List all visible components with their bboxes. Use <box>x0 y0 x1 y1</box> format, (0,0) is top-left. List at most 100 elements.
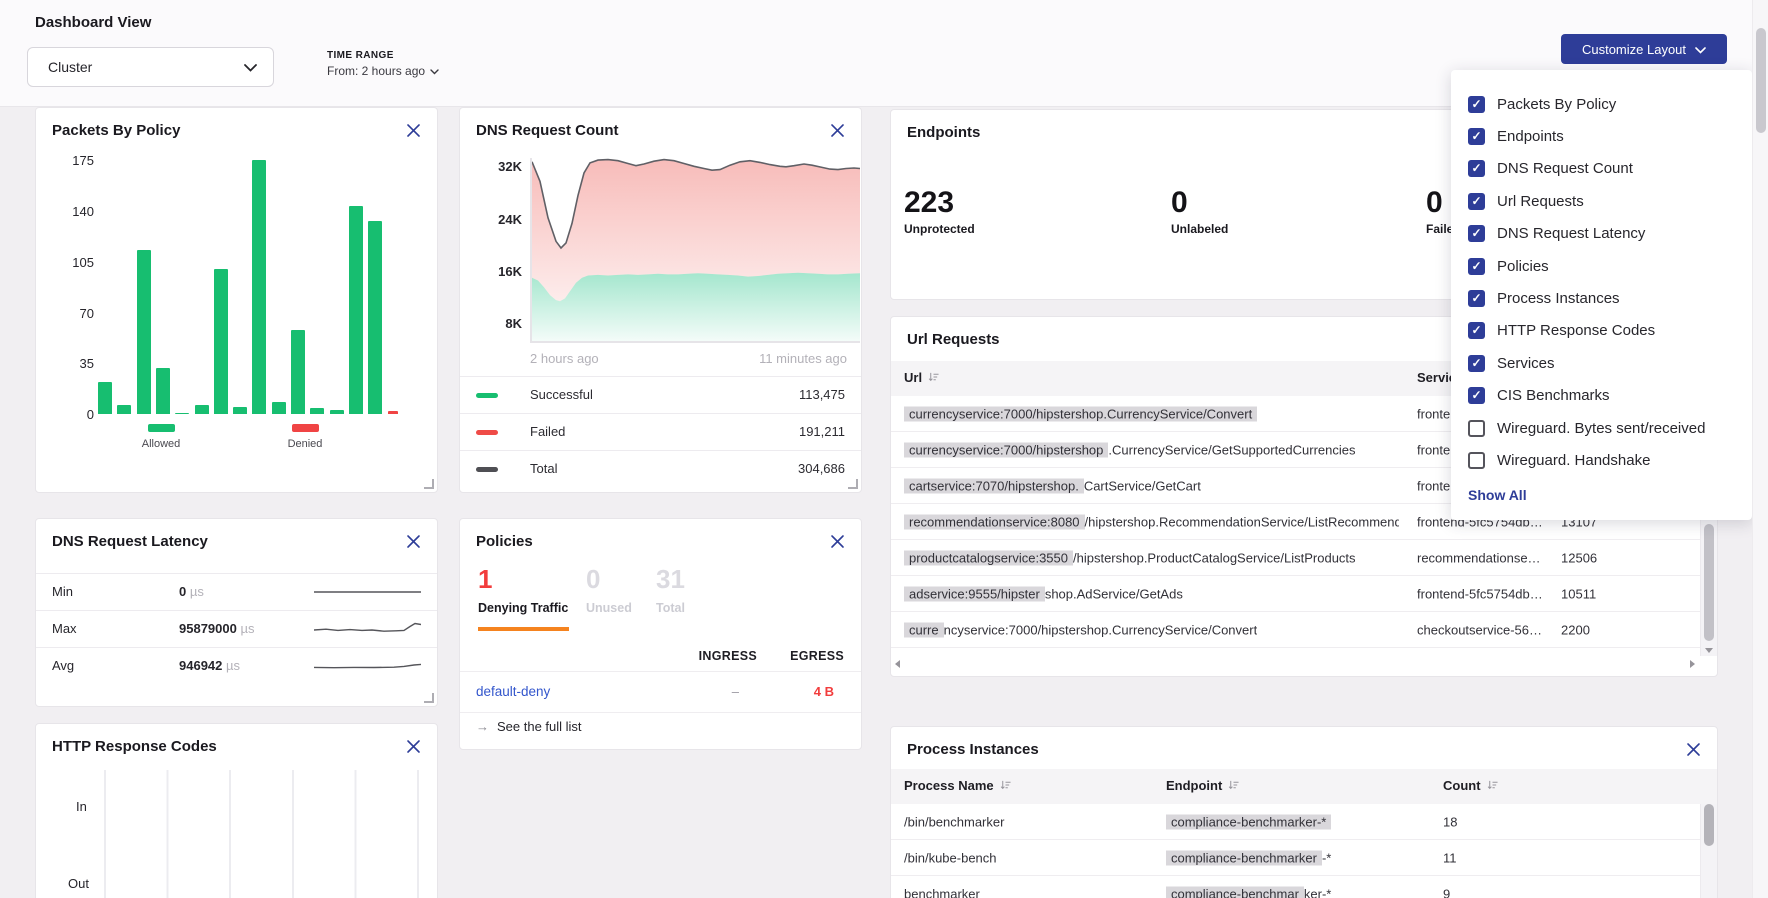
close-icon[interactable] <box>406 123 421 138</box>
policies-card: Policies 1 Denying Traffic 0 Unused 31 T… <box>459 518 862 750</box>
bar-allowed <box>156 368 170 414</box>
menu-item[interactable]: Wireguard. Handshake <box>1451 444 1752 476</box>
show-all-link[interactable]: Show All <box>1468 487 1527 503</box>
menu-item-label: Wireguard. Bytes sent/received <box>1497 420 1705 437</box>
resize-handle[interactable] <box>424 693 434 703</box>
dns-request-latency-card: DNS Request Latency Min 0 µs Max 9587900… <box>35 518 438 707</box>
failed-swatch <box>476 430 498 435</box>
horizontal-scrollbar[interactable] <box>893 656 1697 670</box>
menu-item[interactable]: ✓ Endpoints <box>1451 120 1752 152</box>
checkbox-icon[interactable]: ✓ <box>1468 322 1485 339</box>
menu-item-label: Policies <box>1497 258 1549 275</box>
menu-item-label: Endpoints <box>1497 128 1564 145</box>
scrollbar-thumb[interactable] <box>1756 28 1766 133</box>
y-tick: 24K <box>476 212 522 227</box>
menu-item-label: Url Requests <box>1497 193 1584 210</box>
y-tick: 175 <box>50 153 94 168</box>
table-row[interactable]: /bin/benchmarker compliance-benchmarker-… <box>891 804 1701 840</box>
resize-handle[interactable] <box>424 479 434 489</box>
dns-success-area <box>532 273 860 341</box>
legend-row: Total 304,686 <box>460 450 861 487</box>
x-label-start: 2 hours ago <box>530 351 599 366</box>
menu-item[interactable]: ✓ Packets By Policy <box>1451 88 1752 120</box>
menu-item[interactable]: Wireguard. Bytes sent/received <box>1451 412 1752 444</box>
menu-item[interactable]: ✓ HTTP Response Codes <box>1451 315 1752 347</box>
table-row[interactable]: productcatalogservice:3550/hipstershop.P… <box>891 540 1701 576</box>
checkbox-icon[interactable]: ✓ <box>1468 387 1485 404</box>
process-table-header: Process Name Endpoint Count <box>891 769 1717 804</box>
close-icon[interactable] <box>830 534 845 549</box>
menu-item[interactable]: ✓ Policies <box>1451 250 1752 282</box>
time-range-value[interactable]: From: 2 hours ago <box>327 64 439 78</box>
card-title: DNS Request Latency <box>52 533 208 550</box>
scroll-right-icon[interactable] <box>1690 660 1695 668</box>
tab-total[interactable]: 31 Total <box>656 565 685 615</box>
vertical-scrollbar[interactable] <box>1700 804 1717 898</box>
process-table-rows: /bin/benchmarker compliance-benchmarker-… <box>891 804 1701 898</box>
see-full-list-link[interactable]: → See the full list <box>476 719 582 734</box>
policy-link[interactable]: default-deny <box>476 684 550 699</box>
row-label-in: In <box>76 799 87 814</box>
row-label-out: Out <box>68 876 89 891</box>
successful-swatch <box>476 393 498 398</box>
table-row[interactable]: benchmarker compliance-benchmarker-* 9 <box>891 876 1701 898</box>
table-row[interactable]: currencyservice:7000/hipstershop.Currenc… <box>891 612 1701 648</box>
checkbox-icon[interactable]: ✓ <box>1468 290 1485 307</box>
checkbox-icon[interactable] <box>1468 420 1485 437</box>
view-selector[interactable]: Cluster <box>27 47 274 87</box>
scrollbar-thumb[interactable] <box>1704 524 1714 641</box>
checkbox-icon[interactable]: ✓ <box>1468 96 1485 113</box>
menu-item[interactable]: ✓ Services <box>1451 347 1752 379</box>
menu-item[interactable]: ✓ DNS Request Count <box>1451 153 1752 185</box>
menu-item[interactable]: ✓ Process Instances <box>1451 282 1752 314</box>
close-icon[interactable] <box>830 123 845 138</box>
menu-item-label: Process Instances <box>1497 290 1620 307</box>
checkbox-icon[interactable]: ✓ <box>1468 258 1485 275</box>
sort-icon <box>1000 780 1011 791</box>
tab-denying-traffic[interactable]: 1 Denying Traffic <box>478 565 568 615</box>
checkbox-icon[interactable] <box>1468 452 1485 469</box>
resize-handle[interactable] <box>848 479 858 489</box>
view-selector-value: Cluster <box>48 59 92 75</box>
menu-item[interactable]: ✓ DNS Request Latency <box>1451 218 1752 250</box>
latency-row-avg: Avg 946942 µs <box>36 647 437 684</box>
tab-unused[interactable]: 0 Unused <box>586 565 632 615</box>
scroll-left-icon[interactable] <box>895 660 900 668</box>
column-header-endpoint[interactable]: Endpoint <box>1166 778 1239 793</box>
checkbox-icon[interactable]: ✓ <box>1468 160 1485 177</box>
dashboard-page: Dashboard View Cluster TIME RANGE From: … <box>0 0 1768 898</box>
table-row[interactable]: adservice:9555/hipstershop.AdService/Get… <box>891 576 1701 612</box>
menu-item[interactable]: ✓ CIS Benchmarks <box>1451 380 1752 412</box>
checkbox-icon[interactable]: ✓ <box>1468 128 1485 145</box>
column-header-count[interactable]: Count <box>1443 778 1498 793</box>
table-row[interactable]: /bin/kube-bench compliance-benchmarker-*… <box>891 840 1701 876</box>
close-icon[interactable] <box>406 534 421 549</box>
scrollbar-thumb[interactable] <box>1704 804 1714 846</box>
bar-allowed <box>291 330 305 414</box>
checkbox-icon[interactable]: ✓ <box>1468 225 1485 242</box>
customize-layout-button[interactable]: Customize Layout <box>1561 34 1727 64</box>
card-title: Endpoints <box>907 124 980 141</box>
scroll-down-icon[interactable] <box>1705 648 1713 653</box>
http-response-codes-card: HTTP Response Codes In Out <box>35 723 438 898</box>
close-icon[interactable] <box>1686 742 1701 757</box>
sort-icon <box>1487 780 1498 791</box>
bar-allowed <box>330 410 344 414</box>
checkbox-icon[interactable]: ✓ <box>1468 193 1485 210</box>
column-header-process-name[interactable]: Process Name <box>904 778 1011 793</box>
checkbox-icon[interactable]: ✓ <box>1468 355 1485 372</box>
page-scrollbar[interactable] <box>1752 0 1768 898</box>
packets-by-policy-card: Packets By Policy 175 140 105 70 35 0 Al… <box>35 107 438 493</box>
egress-value: 4 B <box>814 684 834 699</box>
page-title: Dashboard View <box>35 14 151 31</box>
time-range: TIME RANGE From: 2 hours ago <box>327 50 439 78</box>
menu-item[interactable]: ✓ Url Requests <box>1451 185 1752 217</box>
bar-allowed <box>233 407 247 414</box>
column-header-url[interactable]: Url <box>904 370 939 385</box>
stat-unlabeled: 0 Unlabeled <box>1171 188 1228 236</box>
http-heatmap-grid <box>104 770 424 898</box>
bar-allowed <box>195 405 209 414</box>
legend-row: Successful 113,475 <box>460 376 861 413</box>
close-icon[interactable] <box>406 739 421 754</box>
y-tick: 35 <box>50 356 94 371</box>
